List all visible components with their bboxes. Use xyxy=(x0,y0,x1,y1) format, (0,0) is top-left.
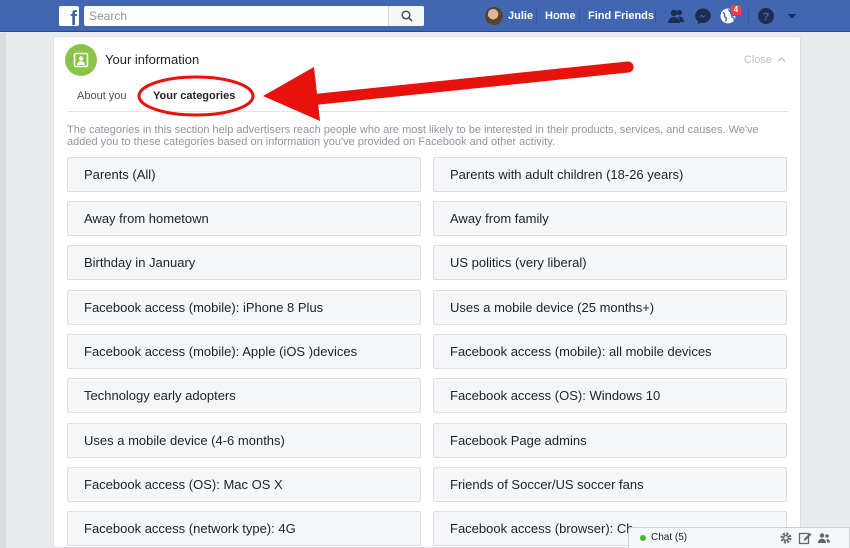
nav-divider xyxy=(579,9,580,23)
search-button[interactable] xyxy=(388,6,424,26)
notification-count-badge: 4 xyxy=(730,4,742,16)
tab-about-you[interactable]: About you xyxy=(77,90,127,102)
your-information-panel: Your information Close About you Your ca… xyxy=(53,36,801,548)
category-item[interactable]: Facebook access (mobile): iPhone 8 Plus xyxy=(67,290,421,325)
close-label: Close xyxy=(743,54,772,66)
category-item[interactable]: Facebook access (OS): Windows 10 xyxy=(433,378,787,413)
messenger-icon[interactable] xyxy=(694,7,712,25)
chat-label: Chat (5) xyxy=(651,532,688,543)
top-navigation-bar: f Julie Home Find Friends 4 ? xyxy=(0,0,850,32)
search-icon xyxy=(401,10,413,22)
tab-your-categories[interactable]: Your categories xyxy=(153,90,235,102)
category-item[interactable]: Away from family xyxy=(433,201,787,236)
help-icon[interactable]: ? xyxy=(757,7,775,25)
nav-divider xyxy=(748,9,749,23)
categories-description: The categories in this section help adve… xyxy=(67,124,759,148)
category-item[interactable]: Parents with adult children (18-26 years… xyxy=(433,157,787,192)
category-item[interactable]: Facebook Page admins xyxy=(433,423,787,458)
category-item[interactable]: US politics (very liberal) xyxy=(433,245,787,280)
svg-text:?: ? xyxy=(763,11,770,23)
profile-link[interactable]: Julie xyxy=(485,6,533,26)
category-item[interactable]: Facebook access (network type): 4G xyxy=(67,511,421,546)
category-item[interactable]: Facebook access (mobile): Apple (iOS )de… xyxy=(67,334,421,369)
group-chat-icon[interactable] xyxy=(817,531,831,545)
home-link[interactable]: Home xyxy=(545,10,576,22)
background-edge xyxy=(0,33,6,548)
search-input[interactable] xyxy=(84,6,384,26)
category-item[interactable]: Uses a mobile device (4-6 months) xyxy=(67,423,421,458)
chevron-up-icon xyxy=(777,57,786,62)
category-item[interactable]: Uses a mobile device (25 months+) xyxy=(433,290,787,325)
nav-divider xyxy=(655,9,656,23)
facebook-logo-icon[interactable]: f xyxy=(59,6,79,29)
tabs-divider xyxy=(67,111,789,112)
category-item[interactable]: Facebook access (mobile): all mobile dev… xyxy=(433,334,787,369)
profile-card-icon xyxy=(65,44,97,76)
gear-icon[interactable] xyxy=(779,531,793,545)
category-item[interactable]: Birthday in January xyxy=(67,245,421,280)
search-box xyxy=(84,6,424,26)
user-name: Julie xyxy=(508,10,534,22)
panel-title: Your information xyxy=(105,52,200,67)
close-button[interactable]: Close xyxy=(744,54,786,66)
compose-icon[interactable] xyxy=(798,531,812,545)
chat-bar[interactable]: Chat (5) xyxy=(628,527,850,548)
category-item[interactable]: Technology early adopters xyxy=(67,378,421,413)
friend-requests-icon[interactable] xyxy=(667,7,685,25)
find-friends-link[interactable]: Find Friends xyxy=(588,10,654,22)
category-item[interactable]: Away from hometown xyxy=(67,201,421,236)
online-status-dot xyxy=(640,535,646,541)
category-item[interactable]: Friends of Soccer/US soccer fans xyxy=(433,467,787,502)
avatar xyxy=(485,7,503,25)
nav-divider xyxy=(536,9,537,23)
category-item[interactable]: Facebook access (OS): Mac OS X xyxy=(67,467,421,502)
category-item[interactable]: Parents (All) xyxy=(67,157,421,192)
account-menu-chevron-icon[interactable] xyxy=(783,7,801,25)
